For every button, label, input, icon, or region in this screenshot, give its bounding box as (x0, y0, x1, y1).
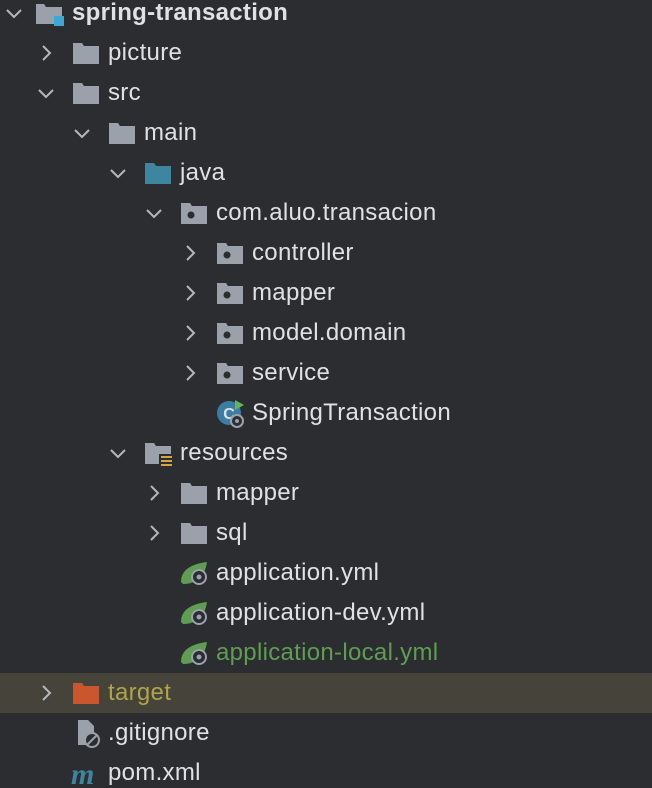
chevron-right-icon[interactable] (34, 33, 58, 73)
maven-icon: m (70, 758, 100, 788)
tree-node-label: target (108, 679, 172, 706)
tree-node-mapper-folder[interactable]: mapper (0, 473, 652, 513)
chevron-down-icon[interactable] (34, 73, 58, 113)
tree-node-pom-xml[interactable]: m pom.xml (0, 753, 652, 788)
tree-node-application-dev-yml[interactable]: application-dev.yml (0, 593, 652, 633)
tree-node-mapper-package[interactable]: mapper (0, 273, 652, 313)
tree-node-label: application.yml (216, 559, 380, 586)
chevron-right-icon[interactable] (178, 353, 202, 393)
tree-node-spring-transaction-class[interactable]: C SpringTransaction (0, 393, 652, 433)
folder-icon (179, 518, 209, 548)
spring-boot-class-icon: C (215, 398, 245, 428)
tree-node-main[interactable]: main (0, 113, 652, 153)
tree-node-label: picture (108, 39, 183, 66)
folder-icon (71, 38, 101, 68)
package-icon (215, 238, 245, 268)
tree-node-label: controller (252, 239, 354, 266)
chevron-down-icon[interactable] (70, 113, 94, 153)
tree-node-picture[interactable]: picture (0, 33, 652, 73)
package-icon (179, 198, 209, 228)
chevron-right-icon[interactable] (34, 673, 58, 713)
tree-node-java[interactable]: java (0, 153, 652, 193)
package-icon (215, 318, 245, 348)
module-folder-icon (34, 0, 64, 28)
ignore-file-icon (73, 718, 103, 748)
chevron-right-icon[interactable] (178, 273, 202, 313)
tree-node-resources[interactable]: resources (0, 433, 652, 473)
tree-node-label: service (252, 359, 331, 386)
folder-icon (71, 78, 101, 108)
tree-node-controller[interactable]: controller (0, 233, 652, 273)
tree-node-application-local-yml[interactable]: application-local.yml (0, 633, 652, 673)
chevron-down-icon[interactable] (142, 193, 166, 233)
chevron-right-icon[interactable] (142, 513, 166, 553)
tree-node-label: application-local.yml (216, 639, 439, 666)
chevron-right-icon[interactable] (142, 473, 166, 513)
svg-text:m: m (71, 758, 94, 788)
tree-node-label: model.domain (252, 319, 407, 346)
tree-node-src[interactable]: src (0, 73, 652, 113)
tree-node-model-domain[interactable]: model.domain (0, 313, 652, 353)
tree-node-gitignore[interactable]: .gitignore (0, 713, 652, 753)
tree-node-target[interactable]: target (0, 673, 652, 713)
spring-config-icon (179, 558, 209, 588)
tree-node-label: SpringTransaction (252, 399, 451, 426)
chevron-down-icon[interactable] (106, 153, 130, 193)
spring-config-icon (179, 598, 209, 628)
resources-root-folder-icon (143, 438, 173, 468)
source-root-folder-icon (143, 158, 173, 188)
tree-node-label: sql (216, 519, 248, 546)
tree-node-label: src (108, 79, 141, 106)
package-icon (215, 278, 245, 308)
tree-node-label: .gitignore (108, 719, 210, 746)
chevron-down-icon[interactable] (2, 0, 26, 33)
spring-config-icon (179, 638, 209, 668)
folder-icon (107, 118, 137, 148)
chevron-down-icon[interactable] (106, 433, 130, 473)
chevron-right-icon[interactable] (178, 233, 202, 273)
tree-node-sql[interactable]: sql (0, 513, 652, 553)
tree-node-application-yml[interactable]: application.yml (0, 553, 652, 593)
tree-node-label: com.aluo.transacion (216, 199, 437, 226)
tree-node-label: mapper (252, 279, 336, 306)
package-icon (215, 358, 245, 388)
tree-node-label: mapper (216, 479, 300, 506)
tree-node-spring-transaction[interactable]: spring-transaction (0, 0, 652, 33)
tree-node-service[interactable]: service (0, 353, 652, 393)
project-tree: spring-transaction picture src main java… (0, 0, 652, 788)
tree-node-com-aluo-transacion[interactable]: com.aluo.transacion (0, 193, 652, 233)
folder-icon (179, 478, 209, 508)
tree-node-label: spring-transaction (72, 0, 289, 26)
tree-node-label: java (180, 159, 226, 186)
tree-node-label: main (144, 119, 198, 146)
tree-node-label: application-dev.yml (216, 599, 426, 626)
tree-node-label: pom.xml (108, 759, 201, 786)
excluded-folder-icon (71, 678, 101, 708)
chevron-right-icon[interactable] (178, 313, 202, 353)
tree-node-label: resources (180, 439, 289, 466)
